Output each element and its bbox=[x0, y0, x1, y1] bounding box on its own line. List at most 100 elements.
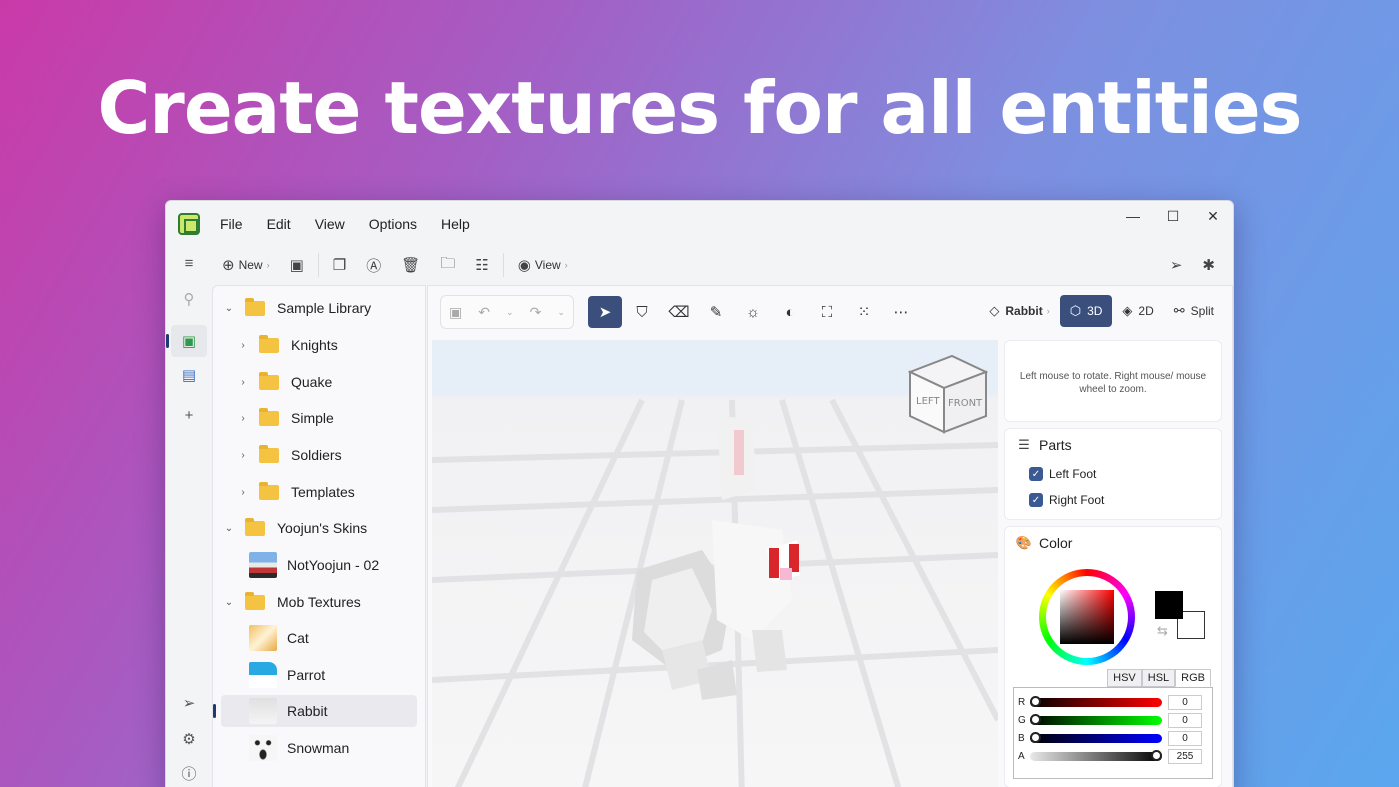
select-tool[interactable]: ➤ bbox=[588, 296, 622, 328]
slider-knob[interactable] bbox=[1151, 750, 1162, 761]
chevron-down-icon[interactable]: ⌄ bbox=[557, 307, 565, 318]
cube-icon: ⬡ bbox=[1069, 303, 1082, 318]
tab-hsl[interactable]: HSL bbox=[1141, 669, 1176, 687]
menu-help[interactable]: Help bbox=[441, 216, 470, 232]
red-slider[interactable] bbox=[1030, 696, 1162, 707]
slider-knob[interactable] bbox=[1030, 696, 1041, 707]
delete-button[interactable]: 🗑 bbox=[391, 250, 430, 280]
view-button[interactable]: ◉ View › bbox=[508, 250, 578, 280]
more-tools-button[interactable]: ⋯ bbox=[884, 296, 918, 328]
green-slider[interactable] bbox=[1030, 714, 1162, 725]
mode-2d-button[interactable]: ◈ 2D bbox=[1112, 295, 1163, 327]
lasso-tool[interactable]: ⛉ bbox=[625, 296, 659, 328]
tree-item-notyoojun[interactable]: NotYoojun - 02 bbox=[229, 549, 425, 581]
menu-options[interactable]: Options bbox=[369, 216, 417, 232]
settings-gear-icon[interactable]: ⚙ bbox=[171, 723, 207, 755]
blue-value-input[interactable]: 0 bbox=[1168, 731, 1202, 746]
tree-folder-knights[interactable]: › Knights bbox=[235, 329, 431, 361]
tree-folder-simple[interactable]: › Simple bbox=[235, 402, 431, 434]
swap-colors-icon[interactable]: ⇆ bbox=[1157, 623, 1168, 639]
maximize-button[interactable]: ☐ bbox=[1153, 201, 1193, 231]
model-selector[interactable]: ◇ Rabbit › bbox=[979, 295, 1059, 327]
tree-folder-soldiers[interactable]: › Soldiers bbox=[235, 439, 431, 471]
chevron-down-icon[interactable]: ⌄ bbox=[221, 303, 237, 314]
slider-knob[interactable] bbox=[1030, 732, 1041, 743]
folder-label: Quake bbox=[291, 374, 333, 390]
mode-3d-button[interactable]: ⬡ 3D bbox=[1059, 295, 1113, 327]
rename-button[interactable]: Ⓐ bbox=[356, 250, 391, 280]
tree-folder-yoojun-skins[interactable]: ⌄ Yoojun's Skins bbox=[221, 512, 417, 544]
tree-folder-templates[interactable]: › Templates bbox=[235, 476, 431, 508]
red-value-input[interactable]: 0 bbox=[1168, 695, 1202, 710]
undo-icon[interactable]: ↶ bbox=[478, 304, 490, 321]
pencil-tool[interactable]: ✎ bbox=[699, 296, 733, 328]
feedback-button[interactable]: ➢ bbox=[1160, 250, 1193, 280]
primary-color-swatch[interactable] bbox=[1155, 591, 1183, 619]
tree-item-cat[interactable]: Cat bbox=[229, 622, 425, 654]
folder-icon[interactable]: ▤ bbox=[171, 359, 207, 391]
tab-hsv[interactable]: HSV bbox=[1107, 669, 1142, 687]
tab-rgb[interactable]: RGB bbox=[1175, 669, 1211, 687]
viewcube-left-label[interactable]: LEFT bbox=[916, 396, 940, 407]
copy-button[interactable]: ❐ bbox=[323, 250, 356, 280]
tree-folder-mob-textures[interactable]: ⌄ Mob Textures bbox=[221, 586, 417, 618]
green-value-input[interactable]: 0 bbox=[1168, 713, 1202, 728]
library-icon[interactable]: ▣ bbox=[166, 325, 207, 357]
checkbox-checked[interactable]: ✓ bbox=[1029, 467, 1043, 481]
chevron-down-icon[interactable]: ⌄ bbox=[506, 307, 514, 318]
send-feedback-icon[interactable]: ➢ bbox=[171, 687, 207, 719]
layers-icon: ◈ bbox=[1122, 303, 1133, 318]
toolbar-divider bbox=[502, 253, 504, 277]
new-button[interactable]: ⊕ New › bbox=[212, 250, 280, 280]
tree-item-parrot[interactable]: Parrot bbox=[229, 659, 425, 691]
add-icon[interactable]: + bbox=[171, 399, 207, 431]
folder-icon bbox=[259, 481, 279, 500]
menu-view[interactable]: View bbox=[315, 216, 345, 232]
chevron-right-icon[interactable]: › bbox=[235, 487, 251, 498]
saturation-value-square[interactable] bbox=[1060, 590, 1114, 644]
tree-item-rabbit[interactable]: Rabbit bbox=[213, 695, 417, 727]
chevron-right-icon[interactable]: › bbox=[235, 340, 251, 351]
3d-viewport[interactable]: LEFT FRONT bbox=[432, 340, 998, 787]
brightness-tool[interactable]: ☼ bbox=[736, 296, 770, 328]
info-icon[interactable]: ⓘ bbox=[171, 757, 207, 787]
menu-file[interactable]: File bbox=[220, 216, 243, 232]
chevron-right-icon[interactable]: › bbox=[235, 450, 251, 461]
part-left-foot[interactable]: ✓ Left Foot bbox=[1005, 461, 1221, 487]
diamond-icon: ◇ bbox=[989, 303, 1000, 318]
tree-folder-quake[interactable]: › Quake bbox=[235, 366, 431, 398]
checkbox-checked[interactable]: ✓ bbox=[1029, 493, 1043, 507]
save-all-button[interactable]: ▣ bbox=[280, 250, 314, 280]
tree-folder-sample-library[interactable]: ⌄ Sample Library bbox=[221, 292, 417, 324]
view-cube[interactable]: LEFT FRONT bbox=[908, 354, 988, 434]
hue-wheel[interactable] bbox=[1039, 569, 1135, 665]
chevron-down-icon[interactable]: ⌄ bbox=[221, 597, 237, 608]
properties-button[interactable]: ☷ bbox=[465, 250, 498, 280]
chevron-right-icon[interactable]: › bbox=[235, 413, 251, 424]
mode-split-button[interactable]: ⚯ Split bbox=[1164, 295, 1224, 327]
chevron-right-icon[interactable]: › bbox=[235, 377, 251, 388]
eraser-tool[interactable]: ⌫ bbox=[662, 296, 696, 328]
blue-slider[interactable] bbox=[1030, 732, 1162, 743]
slider-knob[interactable] bbox=[1030, 714, 1041, 725]
noise-tool[interactable]: ⁙ bbox=[847, 296, 881, 328]
toolbar-divider bbox=[317, 253, 319, 277]
hamburger-menu-icon[interactable]: ≡ bbox=[171, 247, 207, 279]
alpha-slider[interactable] bbox=[1030, 750, 1162, 761]
redo-icon[interactable]: ↷ bbox=[530, 304, 542, 321]
history-group: ▣ ↶ ⌄ ↷ ⌄ bbox=[440, 295, 574, 329]
viewcube-front-label[interactable]: FRONT bbox=[948, 398, 983, 409]
save-icon[interactable]: ▣ bbox=[449, 304, 462, 321]
debug-button[interactable]: ✱ bbox=[1192, 250, 1225, 280]
minimize-button[interactable]: — bbox=[1113, 201, 1153, 231]
close-button[interactable]: ✕ bbox=[1193, 201, 1233, 231]
contrast-tool[interactable]: ◐ bbox=[773, 296, 807, 328]
chevron-down-icon[interactable]: ⌄ bbox=[221, 523, 237, 534]
pin-icon[interactable]: ⚲ bbox=[171, 283, 207, 315]
fill-tool[interactable]: ⛶ bbox=[810, 296, 844, 328]
menu-edit[interactable]: Edit bbox=[267, 216, 291, 232]
alpha-value-input[interactable]: 255 bbox=[1168, 749, 1202, 764]
tree-item-snowman[interactable]: Snowman bbox=[229, 732, 425, 764]
part-right-foot[interactable]: ✓ Right Foot bbox=[1005, 487, 1221, 513]
open-folder-button[interactable]: 🗀 bbox=[430, 250, 465, 280]
